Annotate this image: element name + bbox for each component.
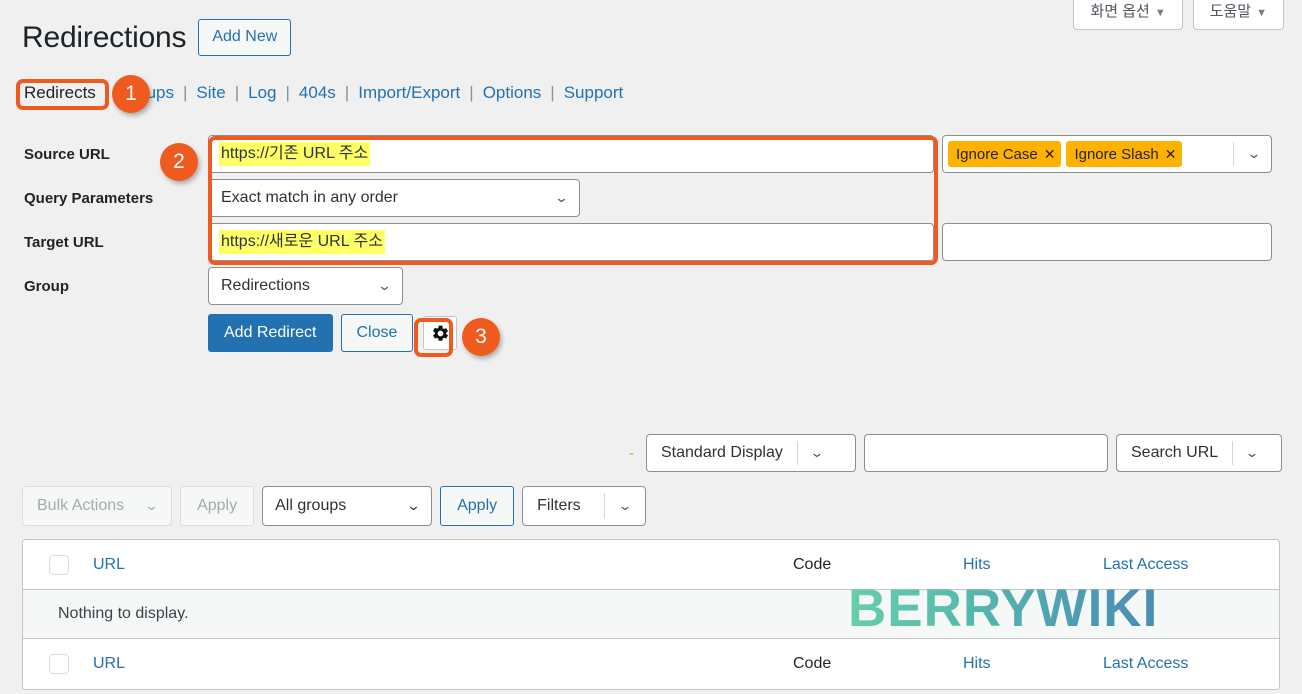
annotation-badge-2: 2: [160, 143, 198, 181]
nav-separator: |: [469, 83, 474, 102]
gear-icon[interactable]: [423, 316, 458, 350]
search-scope-value: Search URL: [1131, 444, 1219, 461]
display-mode-value: Standard Display: [661, 444, 783, 461]
screen-options-label: 화면 옵션: [1090, 3, 1150, 20]
help-button[interactable]: 도움말 ▼: [1192, 0, 1284, 30]
target-url-input[interactable]: https://새로운 URL 주소: [208, 223, 934, 261]
column-header-url[interactable]: URL: [93, 556, 793, 574]
chevron-down-icon: ⌄: [406, 498, 422, 513]
annotation-badge-1: 1: [112, 75, 150, 113]
group-apply-button[interactable]: Apply: [440, 486, 515, 526]
nav-separator: |: [182, 83, 188, 102]
column-footer-hits[interactable]: Hits: [963, 655, 1103, 673]
chevron-down-icon[interactable]: ⌄: [1234, 146, 1275, 162]
nav-separator: |: [285, 83, 290, 102]
chevron-down-icon: ▼: [1256, 7, 1267, 19]
group-filter-value: All groups: [275, 497, 347, 514]
column-footer-url[interactable]: URL: [93, 655, 793, 673]
nav-item-options[interactable]: Options: [483, 83, 542, 103]
nav-item-redirects[interactable]: Redirects: [24, 83, 96, 103]
add-redirect-button[interactable]: Add Redirect: [208, 313, 333, 353]
chip-ignore-slash-label: Ignore Slash: [1074, 145, 1159, 163]
group-value: Redirections: [221, 277, 310, 294]
search-input[interactable]: [864, 434, 1108, 472]
table-header-row: URL Code Hits Last Access: [23, 540, 1279, 590]
screen-options-button[interactable]: 화면 옵션 ▼: [1073, 0, 1183, 30]
bulk-apply-button[interactable]: Apply: [180, 486, 255, 526]
chevron-down-icon: ⌄: [809, 445, 825, 460]
filters-label: Filters: [537, 497, 581, 514]
nav-item-log[interactable]: Log: [248, 83, 276, 103]
form-row-target-url: Target URL https://새로운 URL 주소: [0, 222, 1302, 262]
nav-separator: |: [550, 83, 555, 102]
filters-select[interactable]: Filters ⌄: [522, 486, 647, 526]
help-label: 도움말: [1209, 3, 1252, 20]
empty-message: Nothing to display.: [58, 605, 189, 622]
bulk-actions-select[interactable]: Bulk Actions ⌄: [22, 486, 173, 526]
nav-item-support[interactable]: Support: [564, 83, 624, 103]
close-icon[interactable]: ✕: [1165, 146, 1177, 163]
column-header-code: Code: [793, 555, 832, 573]
match-flags-multiselect[interactable]: Ignore Case ✕ Ignore Slash ✕ ⌄: [942, 135, 1272, 173]
query-parameters-select[interactable]: Exact match in any order ⌄: [208, 179, 580, 217]
form-row-group: Group Redirections ⌄: [0, 266, 1302, 306]
source-url-value: https://기존 URL 주소: [219, 142, 371, 166]
close-icon[interactable]: ✕: [1044, 146, 1056, 163]
display-and-search-bar: - Standard Display ⌄ Search URL ⌄: [0, 434, 1302, 472]
chip-ignore-case-label: Ignore Case: [956, 145, 1038, 163]
form-row-query-parameters: Query Parameters Exact match in any orde…: [0, 178, 1302, 218]
chevron-down-icon: ⌄: [377, 278, 392, 293]
query-parameters-label: Query Parameters: [24, 189, 154, 207]
source-url-input[interactable]: https://기존 URL 주소: [208, 135, 934, 173]
page-title: Redirections: [22, 21, 187, 54]
redirects-table: URL Code Hits Last Access Nothing to dis…: [22, 539, 1280, 690]
table-footer-row: URL Code Hits Last Access: [23, 639, 1279, 689]
group-select[interactable]: Redirections ⌄: [208, 267, 403, 305]
chip-ignore-slash[interactable]: Ignore Slash ✕: [1066, 141, 1183, 167]
page-header: Redirections Add New: [22, 18, 292, 57]
query-parameters-value: Exact match in any order: [221, 189, 398, 206]
column-header-hits[interactable]: Hits: [963, 556, 1103, 574]
redirect-title-input[interactable]: [942, 223, 1272, 261]
target-url-value: https://새로운 URL 주소: [219, 230, 385, 254]
group-label: Group: [24, 277, 69, 295]
nav-item-site[interactable]: Site: [196, 83, 225, 103]
form-row-actions: Add Redirect Close: [0, 310, 1302, 356]
add-new-button[interactable]: Add New: [198, 18, 292, 57]
search-scope-select[interactable]: Search URL ⌄: [1116, 434, 1282, 472]
chevron-down-icon: ⌄: [617, 498, 633, 513]
bulk-actions-bar: Bulk Actions ⌄ Apply All groups ⌄ Apply …: [22, 486, 647, 526]
column-footer-code: Code: [793, 655, 832, 672]
select-all-checkbox-footer[interactable]: [49, 654, 69, 674]
nav-item-404s[interactable]: 404s: [299, 83, 336, 103]
group-filter-select[interactable]: All groups ⌄: [262, 486, 433, 526]
close-button[interactable]: Close: [340, 313, 414, 353]
nav-item-import-export[interactable]: Import/Export: [358, 83, 460, 103]
chip-ignore-case[interactable]: Ignore Case ✕: [948, 141, 1062, 167]
column-footer-last-access[interactable]: Last Access: [1103, 655, 1253, 673]
nav-separator: |: [344, 83, 350, 102]
nav-separator: |: [104, 83, 110, 102]
chevron-down-icon: ⌄: [1244, 445, 1260, 460]
table-empty-row: Nothing to display.: [23, 590, 1279, 639]
annotation-badge-3: 3: [462, 318, 500, 356]
dash-marker: -: [629, 444, 634, 462]
target-url-label: Target URL: [24, 233, 104, 251]
chevron-down-icon: ▼: [1154, 7, 1166, 19]
screen-meta-links: 화면 옵션 ▼ 도움말 ▼: [1073, 0, 1284, 30]
nav-separator: |: [234, 83, 240, 102]
column-header-last-access[interactable]: Last Access: [1103, 556, 1253, 574]
display-mode-select[interactable]: Standard Display ⌄: [646, 434, 856, 472]
select-all-checkbox[interactable]: [49, 554, 69, 575]
chevron-down-icon: ⌄: [144, 498, 159, 513]
bulk-actions-label: Bulk Actions: [37, 497, 125, 514]
chevron-down-icon: ⌄: [554, 190, 569, 205]
